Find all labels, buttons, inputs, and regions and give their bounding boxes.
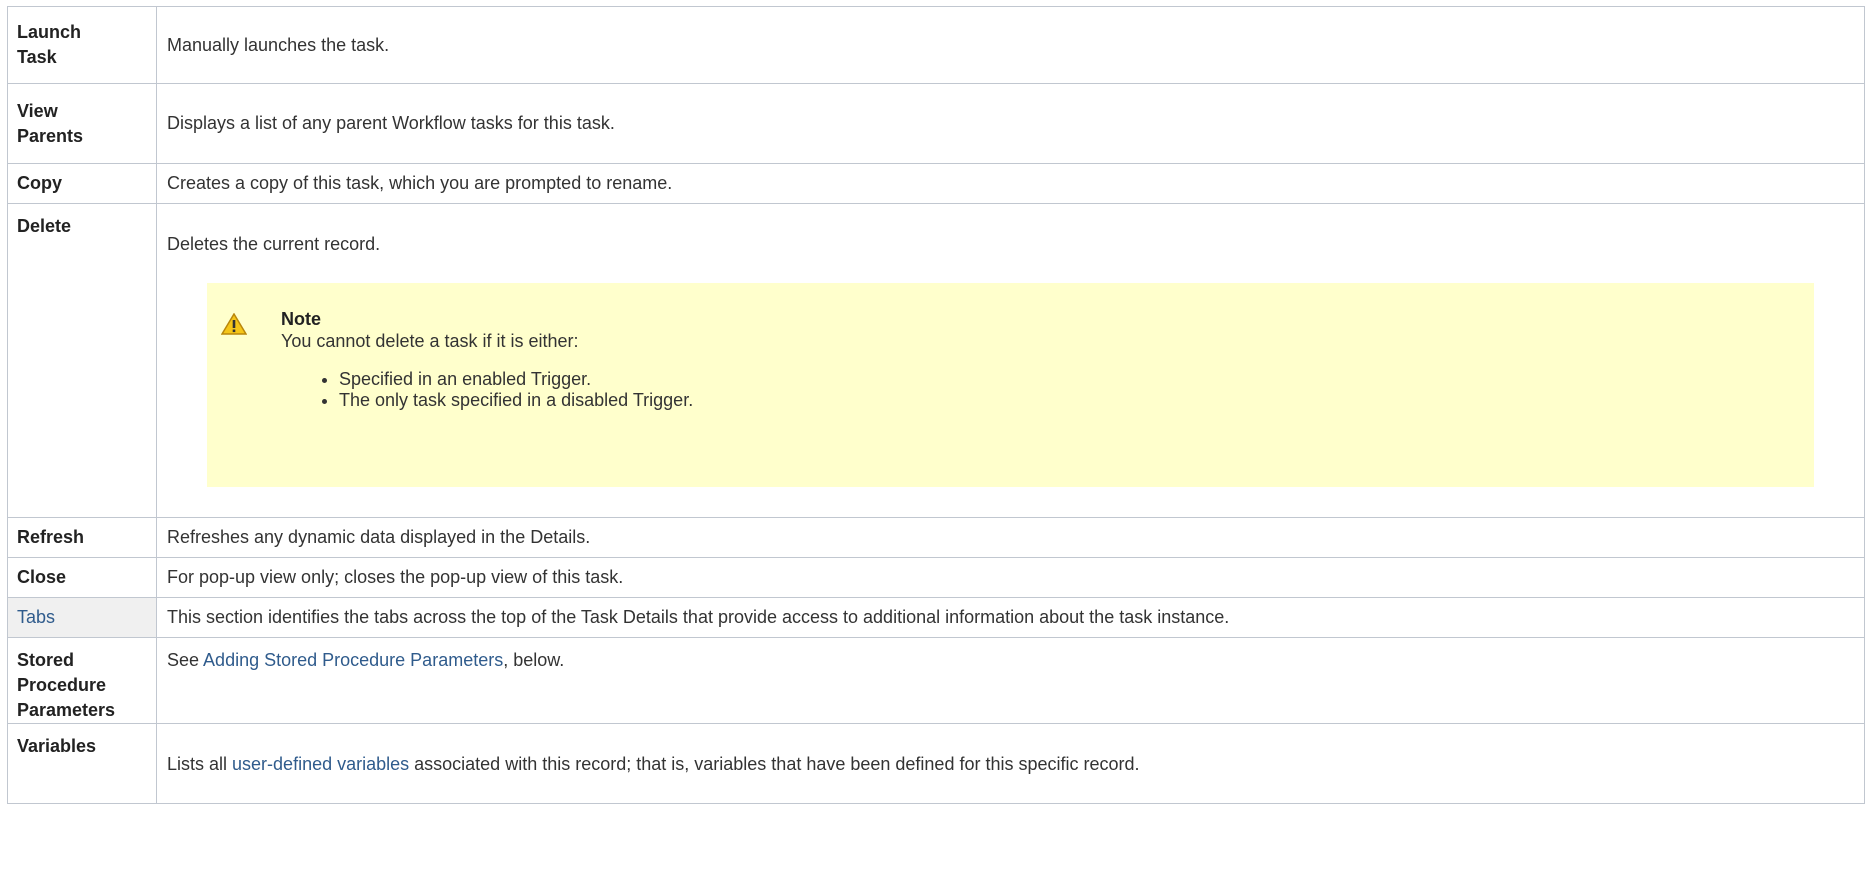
actions-table: Launch Task Manually launches the task. … [7,6,1865,804]
row-label: Refresh [7,517,157,558]
note-list: Specified in an enabled Trigger. The onl… [317,369,693,411]
table-row: Stored Procedure Parameters See Adding S… [7,637,1865,724]
table-row: Tabs This section identifies the tabs ac… [7,597,1865,638]
row-label: Launch Task [7,6,157,84]
tabs-label: Tabs [7,597,157,638]
row-description: Displays a list of any parent Workflow t… [156,83,1865,164]
row-description: Refreshes any dynamic data displayed in … [156,517,1865,558]
row-description: See Adding Stored Procedure Parameters, … [156,637,1865,724]
table-row: Variables Lists all user-defined variabl… [7,723,1865,804]
table-row: Launch Task Manually launches the task. [7,6,1865,84]
row-label: View Parents [7,83,157,164]
list-item: Specified in an enabled Trigger. [339,369,693,390]
row-description: This section identifies the tabs across … [156,597,1865,638]
note-text: You cannot delete a task if it is either… [281,331,579,351]
row-description: Creates a copy of this task, which you a… [156,163,1865,204]
table-row: Refresh Refreshes any dynamic data displ… [7,517,1865,558]
delete-description: Deletes the current record. [167,234,381,254]
row-label: Delete [7,203,157,518]
table-row: Copy Creates a copy of this task, which … [7,163,1865,204]
note-panel: Note You cannot delete a task if it is e… [207,283,1814,487]
row-label: Copy [7,163,157,204]
row-description: For pop-up view only; closes the pop-up … [156,557,1865,598]
warning-icon [221,313,247,335]
user-defined-variables-link[interactable]: user-defined variables [232,754,409,774]
note-title: Note [281,309,321,329]
row-description: Manually launches the task. [156,6,1865,84]
row-label: Stored Procedure Parameters [7,637,157,724]
row-label: Variables [7,723,157,804]
row-description: Deletes the current record. Note You can… [156,203,1865,518]
row-description: Lists all user-defined variables associa… [156,723,1865,804]
table-row: View Parents Displays a list of any pare… [7,83,1865,164]
table-row: Close For pop-up view only; closes the p… [7,557,1865,598]
stored-procedure-parameters-link[interactable]: Adding Stored Procedure Parameters [203,650,503,670]
table-row: Delete Deletes the current record. Note … [7,203,1865,518]
row-label: Close [7,557,157,598]
list-item: The only task specified in a disabled Tr… [339,390,693,411]
